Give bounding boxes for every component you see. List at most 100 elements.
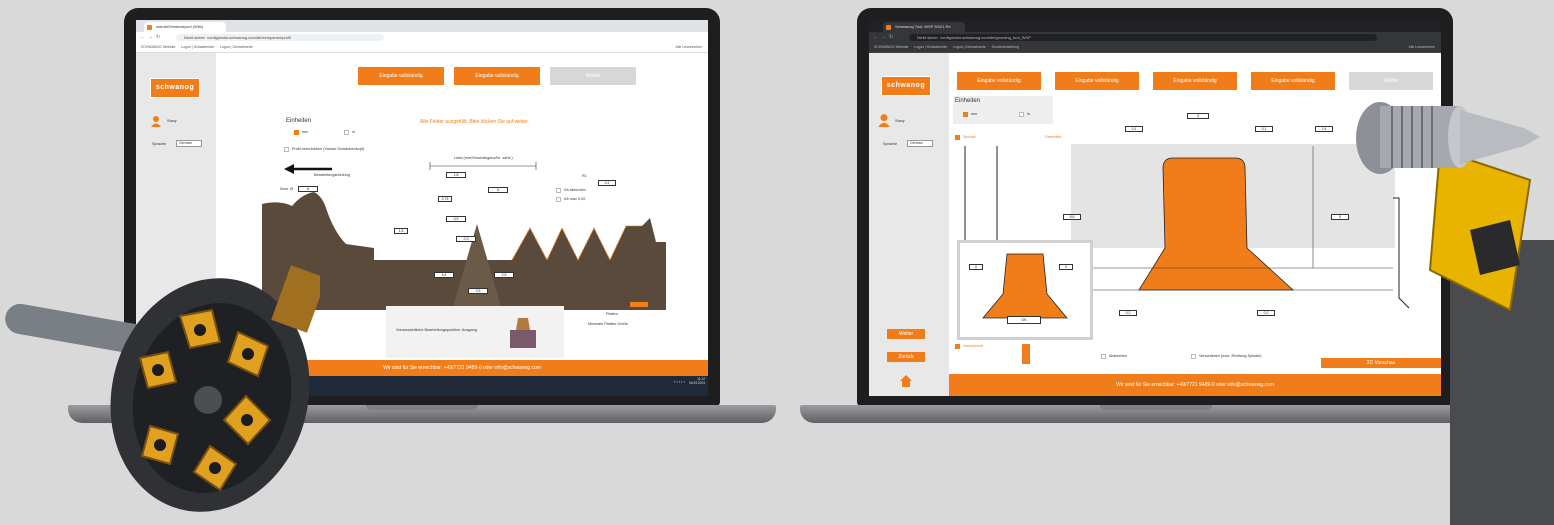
right-grooving-checkbox[interactable] [1101, 354, 1106, 359]
right-inset-right-field[interactable]: 0 [1059, 264, 1073, 270]
right-inset-left-field[interactable]: 0 [969, 264, 983, 270]
left-bookmark-item[interactable]: SCHWANOG Website [141, 43, 175, 52]
right-shift-checkbox[interactable] [1191, 354, 1196, 359]
right-units-title: Einheiten [955, 98, 981, 104]
right-inset-ok-button[interactable]: OK [1007, 316, 1041, 324]
right-post-process-checkbox[interactable] [955, 344, 960, 349]
right-step3-button[interactable]: Eingabe vollständig [1153, 72, 1237, 90]
left-h-field[interactable]: 2,5 [494, 272, 514, 278]
left-address-bar: ←→↻ Nicht sicher configurator.schwanog.c… [136, 32, 708, 43]
left-units-in-checkbox[interactable] [344, 130, 349, 135]
right-units-mm-checkbox[interactable] [963, 112, 968, 117]
right-l2-field[interactable]: 0,2 [1257, 310, 1275, 316]
left-step2-button[interactable]: Eingabe vollständig [454, 67, 540, 85]
right-browser-tab[interactable]: Schwanog Tool: WSP 50/21 Re [883, 22, 965, 32]
right-logo: schwanog [881, 76, 931, 96]
right-d1-field[interactable]: 2,4 [1315, 126, 1333, 132]
left-result-preview-image [510, 318, 536, 348]
right-step2-button[interactable]: Eingabe vollständig [1055, 72, 1139, 90]
right-language-select[interactable]: German [907, 140, 933, 147]
right-address-bar: ←→↻ Nicht sicher configurator.schwanog.c… [869, 32, 1441, 43]
left-taskbar-tray-icons[interactable]: ▪▪▪▪▪ [674, 379, 686, 384]
right-tab-title: Schwanog Tool: WSP 50/21 Re [895, 24, 951, 29]
left-side-orange-button[interactable] [630, 302, 648, 307]
left-url-prefix: Nicht sicher [184, 35, 205, 40]
left-d-field[interactable]: 1,6 [394, 228, 408, 234]
left-browser-tab[interactable]: warnbl/Gewindeprof (Wilh) [144, 22, 226, 32]
right-step4-button[interactable]: Eingabe vollständig [1251, 72, 1335, 90]
left-max-checkbox[interactable] [556, 197, 561, 202]
left-side-label-1: Platten [606, 312, 618, 316]
right-sidebar [869, 53, 949, 396]
left-a-field[interactable]: 5 [488, 187, 508, 193]
left-status-message: Alle Felder ausgefüllt. Bitte klicken Si… [420, 119, 529, 125]
left-step1-button[interactable]: Eingabe vollständig [358, 67, 444, 85]
left-w-field[interactable]: 5,4 [434, 272, 454, 278]
disc-tool-image [5, 265, 320, 512]
left-r-field[interactable]: 0.2 [598, 180, 616, 186]
left-c-field[interactable]: 0,75 [438, 196, 452, 202]
left-units-title: Einheiten [286, 118, 312, 124]
right-r2-field[interactable]: 0,1 [1255, 126, 1273, 132]
right-url-prefix: Nicht sicher [917, 35, 938, 40]
left-profile-option-checkbox[interactable] [284, 147, 289, 152]
left-lead-dimension-line [429, 162, 537, 170]
left-bookmark-all[interactable]: Alle Lesezeichen [676, 43, 702, 52]
right-url-field[interactable]: Nicht sicher configurator.schwanog.com/d… [909, 34, 1377, 41]
right-bookmark-bar: SCHWANOG Website Logos | Schwafmede Logo… [869, 43, 1441, 53]
left-url-field[interactable]: Nicht sicher configurator.schwanog.com/d… [176, 34, 384, 41]
right-side-back-button[interactable]: Zurück [887, 352, 925, 362]
left-nav-arrows-icon[interactable]: ←→↻ [140, 34, 163, 40]
left-edge-break-checkbox[interactable] [556, 188, 561, 193]
left-bookmark-item[interactable]: Logos | Schwafmede [181, 43, 214, 52]
right-d2-field[interactable]: 5,6 [1063, 214, 1081, 220]
left-lead-label: Lead (mm/Gewindeganz/Nr. zahlr.) [454, 156, 513, 160]
left-units-mm-label: mm [302, 130, 309, 134]
left-units-mm-checkbox[interactable] [294, 130, 299, 135]
right-step1-button[interactable]: Eingabe vollständig [957, 72, 1041, 90]
right-bookmark-item[interactable]: Sonderbestellung [992, 43, 1019, 52]
right-units-mm-label: mm [971, 112, 978, 116]
left-laptop-base-groove [366, 405, 478, 410]
left-p-field[interactable]: 1,6 [446, 172, 466, 178]
left-tab-title: warnbl/Gewindeprof (Wilh) [156, 24, 204, 29]
left-bookmark-bar: SCHWANOG Website Logos | Schwafmede Logo… [136, 43, 708, 53]
right-language-label: Sprache [883, 142, 898, 146]
right-user-icon [878, 114, 890, 127]
right-tabbar: Schwanog Tool: WSP 50/21 Re [869, 20, 1441, 32]
left-url-text: configurator.schwanog.com/de/zerspanen/p… [207, 35, 291, 40]
left-logo: schwanog [150, 78, 200, 98]
right-l1-field[interactable]: 0,2 [1119, 310, 1137, 316]
right-url-text: configurator.schwanog.com/de/grooving_to… [940, 35, 1031, 40]
right-units-in-checkbox[interactable] [1019, 112, 1024, 117]
right-side-next-button[interactable]: Weiter [887, 329, 925, 339]
left-b-field[interactable]: 0,9 [446, 216, 466, 222]
left-side-label-2: Minimale Platten Größe [588, 322, 628, 326]
left-bookmark-item[interactable]: Logos | Schwafmede [220, 43, 253, 52]
right-bookmark-all[interactable]: Alle Lesezeichen [1409, 43, 1435, 52]
left-f-field[interactable]: 2,5 [468, 288, 488, 294]
right-units-in-label: in [1027, 112, 1030, 116]
left-tab-favicon-icon [147, 25, 152, 30]
left-language-select[interactable]: German [176, 140, 202, 147]
left-tabbar: warnbl/Gewindeprof (Wilh) [136, 20, 708, 32]
left-clock-date: 06.03.2024 [689, 381, 705, 385]
left-profile-option-label: Profil verschieben (Vorlauf Schraubenkop… [292, 147, 365, 151]
right-b-field[interactable]: 3 [1187, 113, 1209, 119]
right-r1-field[interactable]: 0,1 [1125, 126, 1143, 132]
right-bookmark-item[interactable]: Logos | Schwafmede [953, 43, 986, 52]
left-next-button[interactable]: Weiter [550, 67, 636, 85]
left-units-in-label: in [352, 130, 355, 134]
left-r1-label: R1 [582, 174, 587, 178]
right-grooving-label: Abstechen [1109, 354, 1127, 358]
left-s-field[interactable]: 0,3 [456, 236, 476, 242]
right-bookmark-item[interactable]: Logos | Schwafmede [914, 43, 947, 52]
right-bookmark-item[interactable]: SCHWANOG Website [874, 43, 908, 52]
right-nav-arrows-icon[interactable]: ←→↻ [873, 34, 896, 40]
right-user-label: Stavy [895, 119, 905, 123]
right-post-process-icon [1022, 344, 1030, 364]
right-home-icon[interactable] [899, 374, 913, 388]
threading-tool-image [1356, 102, 1554, 525]
left-result-text: Voraussichtliche Bearbeitungsposition: A… [396, 328, 477, 332]
right-post-process-label: Nachschnitt [963, 344, 983, 348]
